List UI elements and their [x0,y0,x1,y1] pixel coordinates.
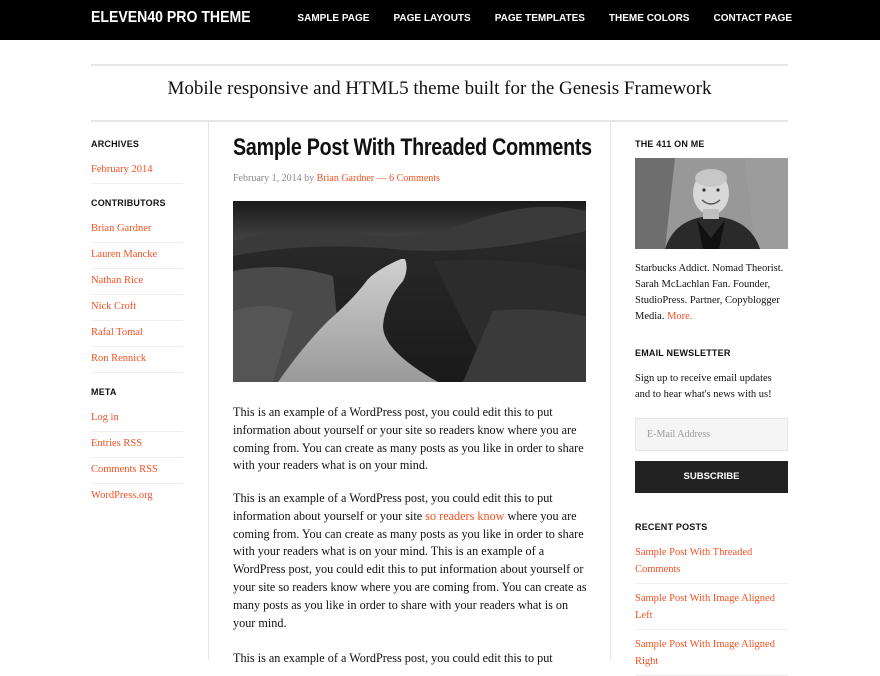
recent-post-link[interactable]: Sample Post With Threaded Comments [635,547,752,575]
author-bio: Starbucks Addict. Nomad Theorist. Sarah … [635,261,788,325]
newsletter-text: Sign up to receive email updates and to … [635,373,772,400]
list-item: Sample Post With Image Aligned Right [635,630,788,676]
contributor-link[interactable]: Lauren Mancke [91,249,157,260]
recent-post-link[interactable]: Sample Post With Image Aligned Left [635,593,775,621]
post-meta: February 1, 2014 by Brian Gardner — 6 Co… [233,173,440,184]
post-title[interactable]: Sample Post With Threaded Comments [233,134,592,162]
list-item: Sample Post With Image Aligned Left [635,584,788,630]
list-item: Nathan Rice [91,269,183,295]
recent-post-link[interactable]: Sample Post With Image Aligned Right [635,639,775,667]
list-item: WordPress.org [91,484,183,510]
inline-link[interactable]: so readers know [425,509,504,523]
paragraph-text: where you are coming from. You can creat… [233,508,587,630]
list-item: Log in [91,406,183,432]
list-item: Nick Croft [91,295,183,321]
left-sidebar: ARCHIVES February 2014 CONTRIBUTORS Bria… [91,120,209,660]
post-date: February 1, 2014 [233,173,302,184]
nav-page-layouts[interactable]: PAGE LAYOUTS [393,13,470,24]
list-item: Sample Post With Threaded Comments [635,538,788,584]
post-author-link[interactable]: Brian Gardner [317,173,374,184]
list-item: Brian Gardner [91,217,183,243]
post-comments-link[interactable]: 6 Comments [389,173,440,184]
list-item: Comments RSS [91,458,183,484]
subscribe-button[interactable]: SUBSCRIBE [635,461,788,493]
contributor-link[interactable]: Rafal Tomal [91,327,143,338]
wordpress-link[interactable]: WordPress.org [91,490,153,501]
about-title: THE 411 ON ME [635,139,705,149]
comments-rss-link[interactable]: Comments RSS [91,464,158,475]
entries-rss-link[interactable]: Entries RSS [91,438,142,449]
nav-sample-page[interactable]: SAMPLE PAGE [297,13,369,24]
list-item: February 2014 [91,158,183,184]
email-input[interactable]: E-Mail Address [635,418,788,451]
list-item: Ron Rennick [91,347,183,373]
tagline-bar: Mobile responsive and HTML5 theme built … [91,64,788,122]
primary-nav: SAMPLE PAGE PAGE LAYOUTS PAGE TEMPLATES … [297,13,792,24]
site-tagline: Mobile responsive and HTML5 theme built … [167,78,712,99]
archives-list: February 2014 [91,158,183,184]
bio-text: Starbucks Addict. Nomad Theorist. Sarah … [635,263,784,322]
contributor-link[interactable]: Brian Gardner [91,223,151,234]
contributor-link[interactable]: Nathan Rice [91,275,143,286]
list-item: Lauren Mancke [91,243,183,269]
meta-title: META [91,387,117,397]
main-content: Sample Post With Threaded Comments Febru… [208,120,611,665]
recent-posts-list: Sample Post With Threaded Comments Sampl… [635,538,788,676]
nav-page-templates[interactable]: PAGE TEMPLATES [495,13,585,24]
right-sidebar: THE 411 ON ME Starbucks Addict. Nomad Th… [635,120,788,676]
road-landscape-image [233,201,586,382]
post-paragraph: This is an example of a WordPress post, … [233,405,584,473]
site-header: ELEVEN40 PRO THEME SAMPLE PAGE PAGE LAYO… [0,0,880,40]
author-avatar [635,158,788,249]
archives-title: ARCHIVES [91,139,140,149]
recent-posts-title: RECENT POSTS [635,522,708,532]
nav-contact-page[interactable]: CONTACT PAGE [713,13,792,24]
contributors-title: CONTRIBUTORS [91,198,166,208]
login-link[interactable]: Log in [91,412,119,423]
contributors-list: Brian Gardner Lauren Mancke Nathan Rice … [91,217,183,373]
bio-more-link[interactable]: More. [667,311,692,322]
list-item: Entries RSS [91,432,183,458]
contributor-link[interactable]: Ron Rennick [91,353,146,364]
archive-link[interactable]: February 2014 [91,164,153,175]
newsletter-title: EMAIL NEWSLETTER [635,348,731,358]
contributor-link[interactable]: Nick Croft [91,301,136,312]
post-paragraph: This is an example of a WordPress post, … [233,651,553,665]
post-paragraph: This is an example of a WordPress post, … [233,490,588,632]
post-meta-separator: — [376,173,387,184]
meta-list: Log in Entries RSS Comments RSS WordPres… [91,406,183,510]
nav-theme-colors[interactable]: THEME COLORS [609,13,690,24]
post-by: by [304,173,315,184]
list-item: Rafal Tomal [91,321,183,347]
site-title[interactable]: ELEVEN40 PRO THEME [91,9,251,27]
